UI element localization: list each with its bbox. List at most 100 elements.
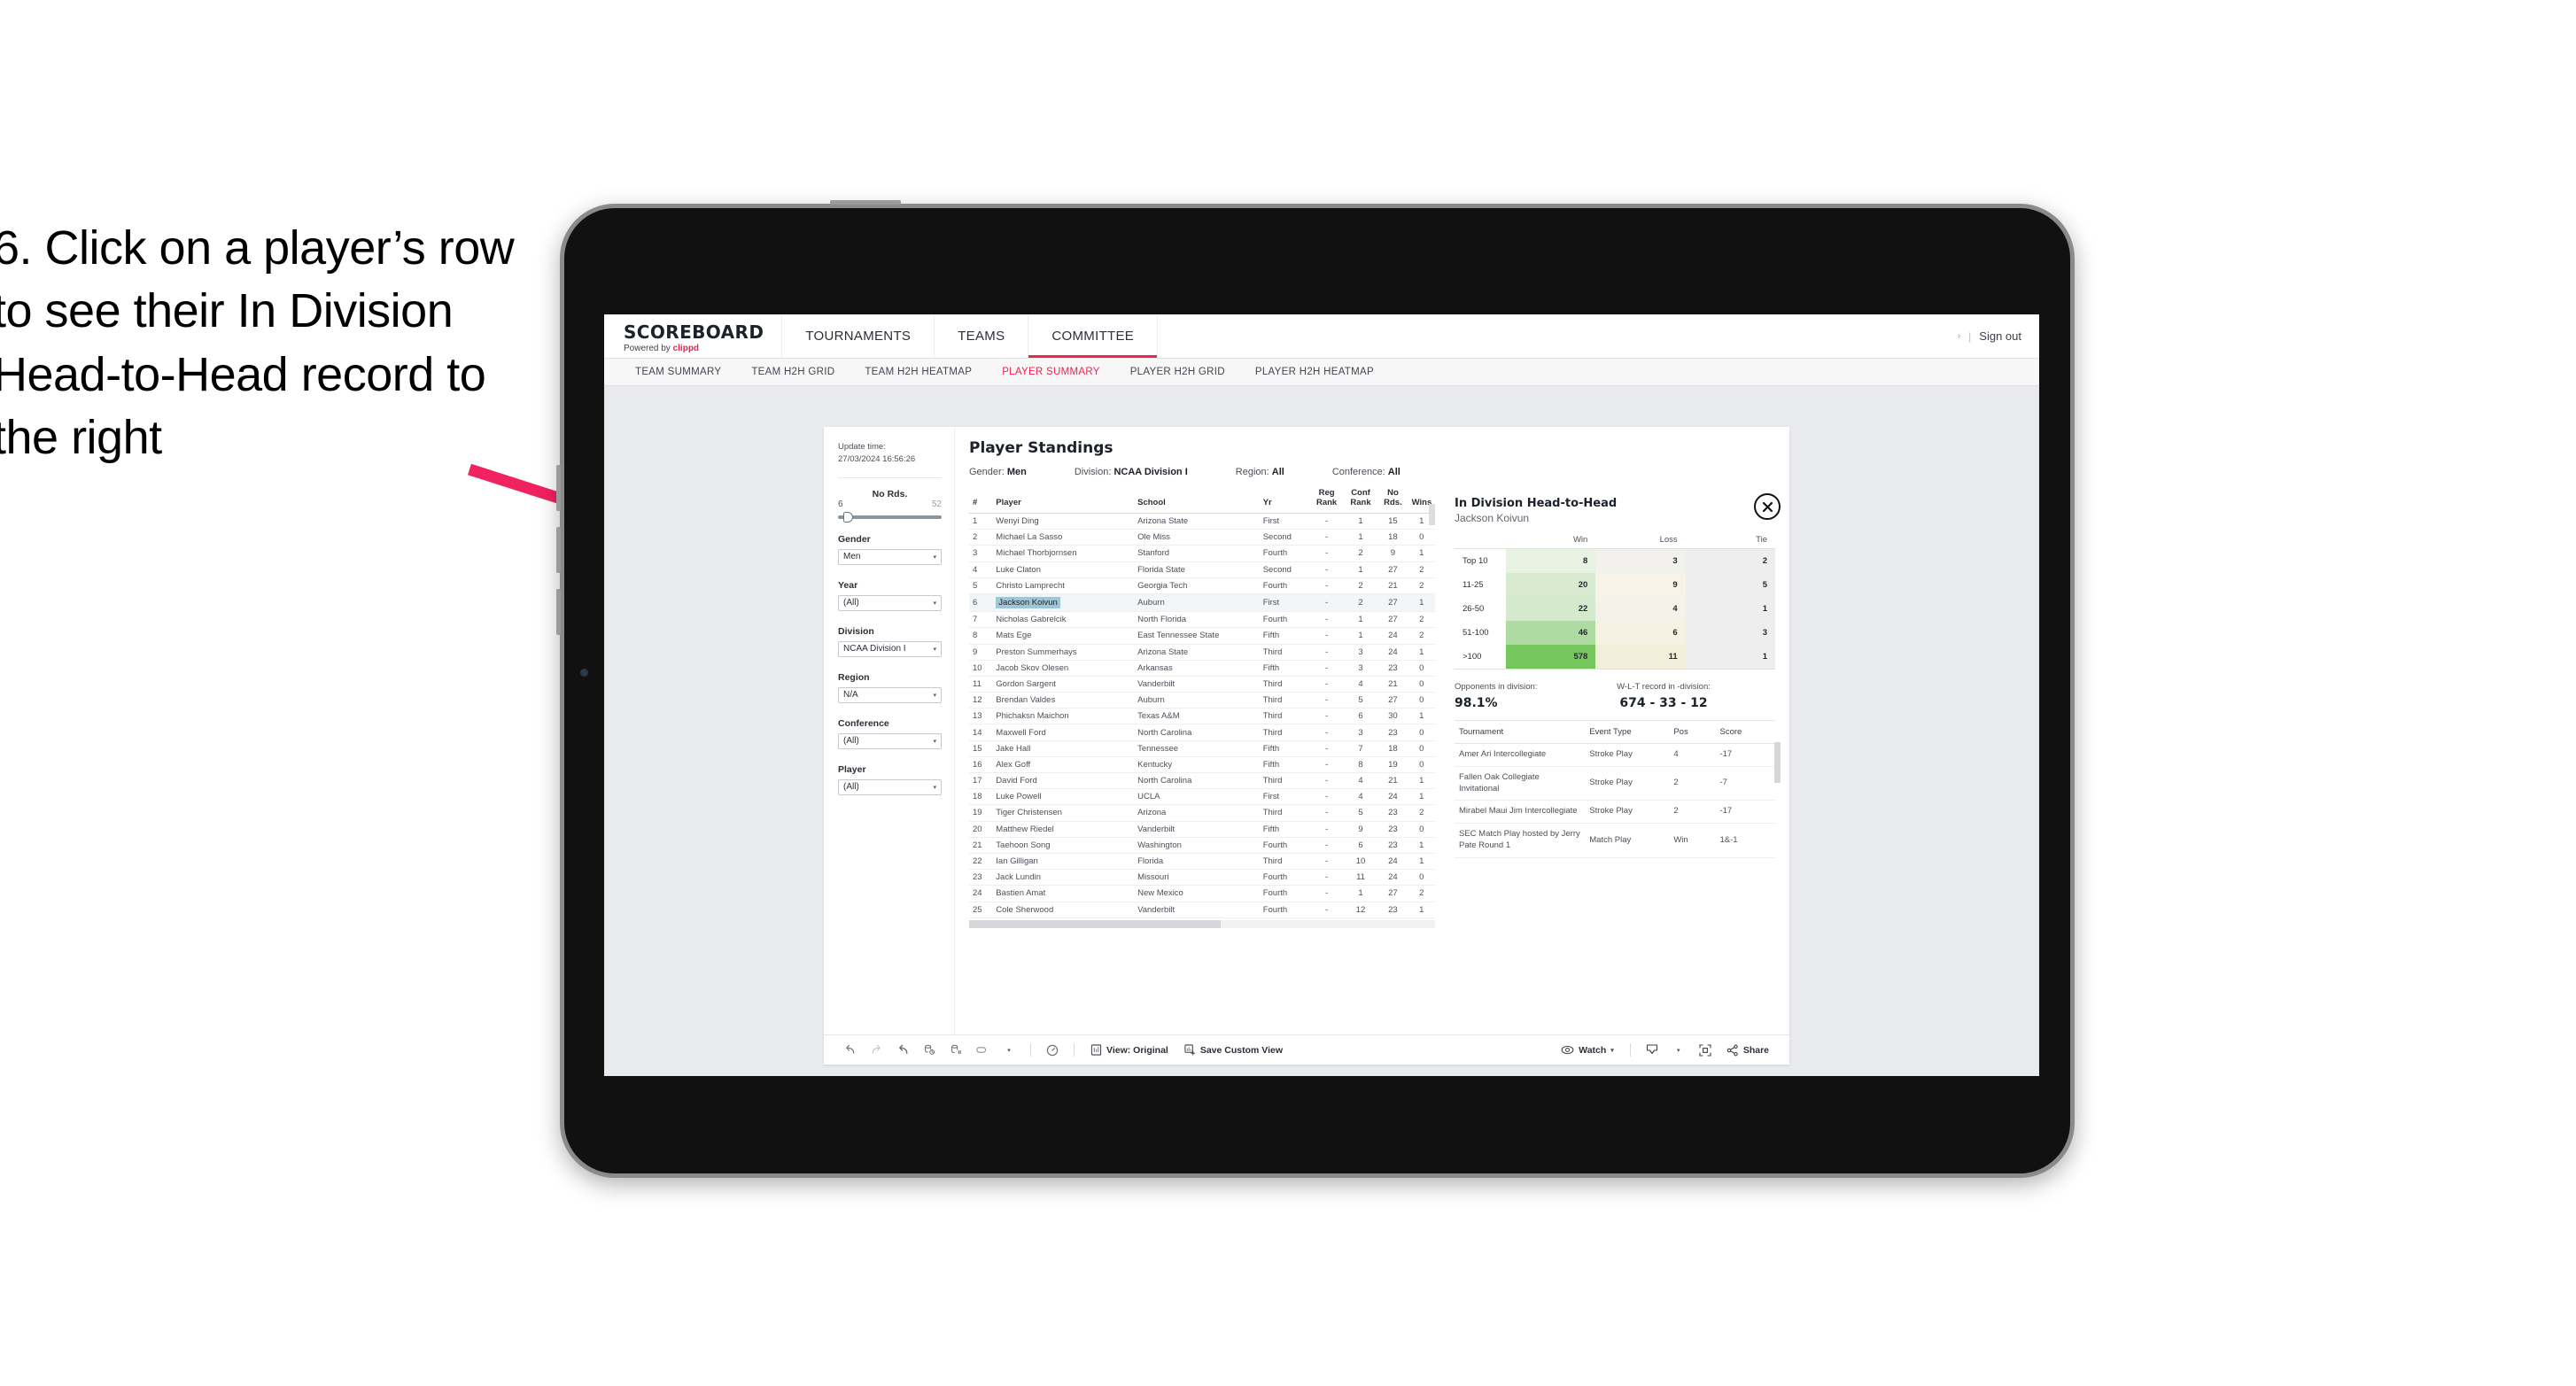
scrollbar-thumb[interactable] <box>969 919 1222 928</box>
highlight-icon[interactable] <box>969 1041 996 1060</box>
share-button[interactable]: Share <box>1719 1044 1777 1057</box>
cell-wins: 2 <box>1408 577 1435 594</box>
h2h-row[interactable]: 26-50 22 4 1 <box>1455 597 1775 621</box>
col-tournament[interactable]: Tournament <box>1455 721 1586 744</box>
cell-no-rds: 23 <box>1377 804 1408 822</box>
header-right: › | Sign out <box>1958 314 2039 358</box>
refresh-data-icon[interactable] <box>916 1041 943 1060</box>
subnav-player-h2h-grid[interactable]: PLAYER H2H GRID <box>1115 367 1240 377</box>
col-pos[interactable]: Pos <box>1669 721 1716 744</box>
conference-select[interactable]: (All) ▾ <box>838 732 942 749</box>
nav-committee[interactable]: COMMITTEE <box>1028 314 1159 358</box>
standings-horizontal-scrollbar[interactable] <box>969 919 1435 928</box>
table-row[interactable]: 20 Matthew Riedel Vanderbilt Fifth -9 23 0 <box>969 821 1435 838</box>
col-yr[interactable]: Yr <box>1259 486 1310 514</box>
standings-vertical-scrollbar[interactable] <box>1429 504 1435 525</box>
table-row[interactable]: 18 Luke Powell UCLA First -4 24 1 <box>969 788 1435 806</box>
nav-teams[interactable]: TEAMS <box>935 314 1029 358</box>
subnav-player-summary[interactable]: PLAYER SUMMARY <box>987 367 1115 377</box>
year-select[interactable]: (All) ▾ <box>838 594 942 611</box>
table-row[interactable]: 2 Michael La Sasso Ole Miss Second -1 18 0 <box>969 529 1435 546</box>
table-row[interactable]: 25 Cole Sherwood Vanderbilt Fourth -12 23 1 <box>969 902 1435 918</box>
download-dropdown-caret[interactable]: ▾ <box>1665 1041 1692 1060</box>
table-row[interactable]: 6 Jackson Koivun Auburn First -2 27 1 <box>969 593 1435 613</box>
table-row[interactable]: 12 Brendan Valdes Auburn Third -5 27 0 <box>969 692 1435 709</box>
table-row[interactable]: 19 Tiger Christensen Arizona Third -5 23 2 <box>969 804 1435 822</box>
undo-icon[interactable] <box>836 1041 863 1060</box>
region-select[interactable]: N/A ▾ <box>838 686 942 703</box>
pause-updates-icon[interactable] <box>943 1041 969 1060</box>
highlight-dropdown-caret[interactable]: ▾ <box>996 1041 1022 1060</box>
table-row[interactable]: 23 Jack Lundin Missouri Fourth -11 24 0 <box>969 869 1435 887</box>
col-reg-rank[interactable]: Reg Rank <box>1309 486 1344 514</box>
table-row[interactable]: 9 Preston Summerhays Arizona State Third -3 2… <box>969 644 1435 661</box>
player-select[interactable]: (All) ▾ <box>838 778 942 795</box>
cell-pos: 2 <box>1669 766 1716 801</box>
col-school[interactable]: School <box>1134 486 1260 514</box>
download-icon[interactable] <box>1639 1041 1665 1060</box>
col-no-rds[interactable]: No Rds. <box>1377 486 1408 514</box>
subnav-team-h2h-grid[interactable]: TEAM H2H GRID <box>736 367 850 377</box>
division-select[interactable]: NCAA Division I ▾ <box>838 640 942 657</box>
col-event-type[interactable]: Event Type <box>1585 721 1670 744</box>
list-item[interactable]: Amer Ari Intercollegiate Stroke Play 4 -17 <box>1455 743 1775 767</box>
tournaments-table: Tournament Event Type Pos Score Amer Ari… <box>1455 721 1775 858</box>
table-row[interactable]: 10 Jacob Skov Olesen Arkansas Fifth -3 23 0 <box>969 660 1435 677</box>
col-rank[interactable]: # <box>969 486 993 514</box>
table-row[interactable]: 1 Wenyi Ding Arizona State First -1 15 1 <box>969 513 1435 530</box>
table-row[interactable]: 15 Jake Hall Tennessee Fifth -7 18 0 <box>969 740 1435 757</box>
table-row[interactable]: 4 Luke Claton Florida State Second -1 27 2 <box>969 561 1435 578</box>
table-row[interactable]: 3 Michael Thorbjornsen Stanford Fourth -2 9 1 <box>969 545 1435 562</box>
sign-out-link[interactable]: Sign out <box>1979 329 2021 343</box>
save-custom-view-button[interactable]: Save Custom View <box>1176 1044 1291 1056</box>
cell-yr: Third <box>1259 708 1310 725</box>
view-original-button[interactable]: View: Original <box>1082 1044 1176 1056</box>
table-row[interactable]: 7 Nicholas Gabrelcik North Florida Fourth -1… <box>969 611 1435 629</box>
h2h-row[interactable]: 51-100 46 6 3 <box>1455 621 1775 645</box>
list-item[interactable]: Mirabel Maui Jim Intercollegiate Stroke P… <box>1455 800 1775 825</box>
table-row[interactable]: 24 Bastien Amat New Mexico Fourth -1 27 2 <box>969 885 1435 902</box>
tournaments-vertical-scrollbar[interactable] <box>1774 742 1781 783</box>
table-row[interactable]: 5 Christo Lamprecht Georgia Tech Fourth -2 21… <box>969 577 1435 594</box>
h2h-row[interactable]: 11-25 20 9 5 <box>1455 573 1775 597</box>
subnav-team-h2h-heatmap[interactable]: TEAM H2H HEATMAP <box>850 367 987 377</box>
table-row[interactable]: 22 Ian Gilligan Florida Third -10 24 1 <box>969 853 1435 871</box>
slider-track[interactable] <box>838 511 942 523</box>
table-row[interactable]: 13 Phichaksn Maichon Texas A&M Third -6 30 1 <box>969 708 1435 725</box>
nav-tournaments[interactable]: TOURNAMENTS <box>782 314 935 358</box>
volume-down-button[interactable] <box>556 527 561 573</box>
cell-conf-rank: 12 <box>1343 902 1378 918</box>
h2h-row[interactable]: >100 578 11 1 <box>1455 645 1775 670</box>
gender-select[interactable]: Men ▾ <box>838 548 942 565</box>
subnav-player-h2h-heatmap[interactable]: PLAYER H2H HEATMAP <box>1240 367 1389 377</box>
table-row[interactable]: 16 Alex Goff Kentucky Fifth -8 19 0 <box>969 756 1435 774</box>
filter-no-rds[interactable]: No Rds. 6 52 <box>838 489 942 523</box>
fullscreen-icon[interactable] <box>1692 1041 1719 1060</box>
alerts-icon[interactable] <box>1039 1041 1066 1060</box>
watch-button[interactable]: Watch ▾ <box>1553 1044 1622 1056</box>
table-row[interactable]: 14 Maxwell Ford North Carolina Third -3 23 0 <box>969 724 1435 741</box>
cell-school: UCLA <box>1134 788 1260 806</box>
h2h-row[interactable]: Top 10 8 3 2 <box>1455 548 1775 573</box>
redo-icon[interactable] <box>863 1041 889 1060</box>
side-button[interactable] <box>556 589 561 635</box>
col-conf-rank[interactable]: Conf Rank <box>1343 486 1378 514</box>
brand-logo[interactable]: SCOREBOARD Powered by clippd <box>604 314 783 358</box>
volume-up-button[interactable] <box>556 465 561 511</box>
close-icon[interactable] <box>1754 493 1781 520</box>
table-row[interactable]: 17 David Ford North Carolina Third -4 21 1 <box>969 772 1435 790</box>
slider-handle[interactable] <box>843 511 853 523</box>
table-row[interactable]: 8 Mats Ege East Tennessee State Fifth -1 24 2 <box>969 627 1435 645</box>
subnav-team-summary[interactable]: TEAM SUMMARY <box>620 367 736 377</box>
col-score[interactable]: Score <box>1715 721 1775 744</box>
list-item[interactable]: SEC Match Play hosted by Jerry Pate Roun… <box>1455 823 1775 858</box>
revert-icon[interactable] <box>889 1041 916 1060</box>
cell-rank: 7 <box>969 611 993 629</box>
chevron-right-icon[interactable]: › <box>1958 331 1960 341</box>
list-item[interactable]: Fallen Oak Collegiate Invitational Stroke… <box>1455 766 1775 801</box>
power-button[interactable] <box>830 200 901 205</box>
table-row[interactable]: 21 Taehoon Song Washington Fourth -6 23 1 <box>969 837 1435 854</box>
col-player[interactable]: Player <box>992 486 1135 514</box>
cell-yr: Fourth <box>1259 885 1310 902</box>
table-row[interactable]: 11 Gordon Sargent Vanderbilt Third -4 21 0 <box>969 676 1435 693</box>
